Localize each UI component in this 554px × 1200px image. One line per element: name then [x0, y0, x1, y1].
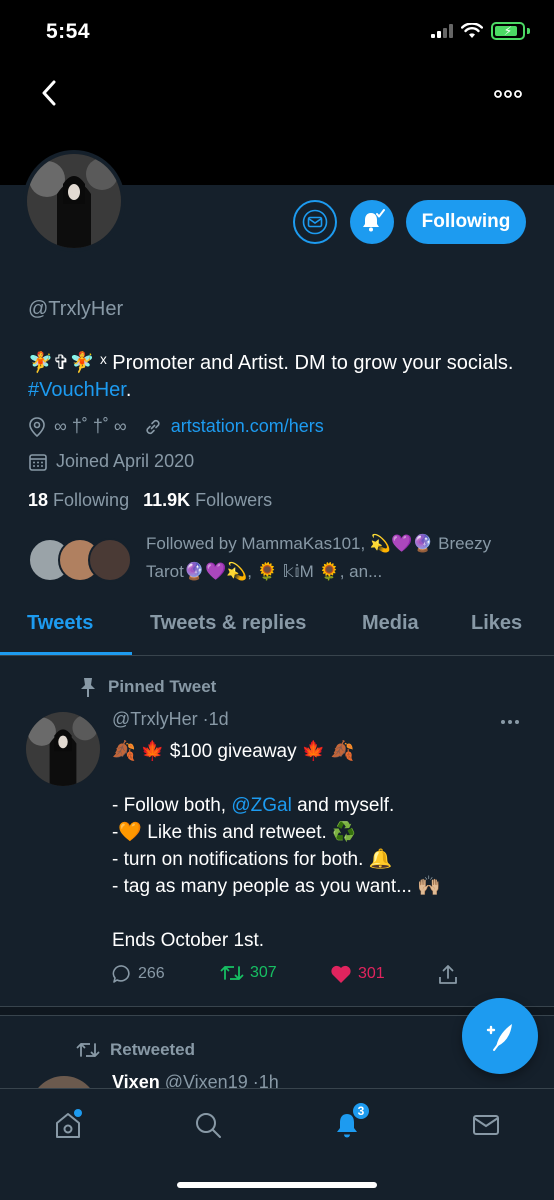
tweet-time: ·1d — [202, 709, 229, 729]
share-icon — [439, 965, 457, 984]
home-unread-dot — [74, 1109, 82, 1117]
notifications-toggle-button[interactable] — [350, 200, 394, 244]
tweet-mention-link[interactable]: @ZGal — [231, 795, 291, 816]
message-button[interactable] — [293, 200, 337, 244]
battery-icon: ⚡ — [491, 22, 525, 40]
tweet-line: - turn on notifications for both. 🔔 — [112, 849, 393, 870]
calendar-icon — [29, 453, 47, 471]
battery-nub — [527, 28, 530, 34]
retweeted-label: Retweeted — [76, 1040, 195, 1060]
nav-notifications[interactable]: 3 — [327, 1101, 371, 1143]
wifi-icon — [461, 23, 483, 38]
following-count: 18 — [28, 490, 49, 510]
following-button[interactable]: Following — [406, 200, 526, 244]
tweet-line: - Follow both, @ZGal and myself. — [112, 795, 395, 816]
bio-suffix: . — [125, 379, 132, 401]
active-tab-indicator — [0, 652, 132, 655]
profile-location: ∞ †˚ †˚ ∞ — [54, 416, 127, 436]
retweeted-text: Retweeted — [110, 1040, 196, 1059]
more-options-button[interactable] — [488, 80, 528, 108]
nav-home[interactable] — [48, 1107, 88, 1143]
search-icon — [196, 1113, 221, 1138]
tweet-line: -🧡 Like this and retweet. ♻️ — [112, 822, 356, 843]
tweet-author-avatar[interactable] — [26, 712, 100, 786]
followers-count: 11.9K — [143, 490, 191, 510]
bio-hashtag-link[interactable]: #VouchHer — [28, 379, 126, 401]
location-pin-icon — [29, 416, 45, 437]
follow-counts: 18 Following 11.9K Followers — [28, 490, 272, 511]
status-icons: ⚡ — [431, 22, 530, 40]
following-count-link[interactable]: 18 Following — [28, 490, 129, 511]
nav-search[interactable] — [188, 1107, 228, 1143]
profile-website-link[interactable]: artstation.com/hers — [171, 416, 324, 437]
tweet-body: 🍂 🍁 $100 giveaway 🍁 🍂 - Follow both, @ZGa… — [112, 738, 522, 954]
share-button[interactable] — [438, 964, 458, 986]
reply-button[interactable]: 266 — [112, 964, 165, 984]
profile-handle: @TrxlyHer — [28, 298, 124, 320]
more-horizontal-icon — [494, 90, 522, 98]
mail-icon — [473, 1115, 499, 1135]
follower-avatar — [88, 538, 132, 582]
tweet-author-handle[interactable]: @TrxlyHer — [112, 709, 198, 729]
profile-bio: 🧚✞🧚 ˣ Promoter and Artist. DM to grow yo… — [28, 350, 528, 404]
retweet-count: 307 — [250, 964, 277, 981]
chevron-left-icon — [42, 80, 56, 106]
tweet-line: - tag as many people as you want... 🙌🏼 — [112, 876, 441, 897]
link-icon — [146, 419, 160, 434]
notifications-badge: 3 — [351, 1101, 371, 1121]
profile-joined-date: Joined April 2020 — [56, 451, 195, 471]
followers-label: Followers — [195, 490, 273, 510]
bell-check-icon — [363, 209, 385, 232]
more-horizontal-icon — [501, 720, 519, 724]
compose-tweet-button[interactable] — [462, 998, 538, 1074]
back-button[interactable] — [32, 76, 66, 110]
nav-messages[interactable] — [466, 1107, 506, 1143]
signal-icon — [431, 24, 453, 38]
tab-media[interactable]: Media — [362, 612, 419, 635]
compose-feather-icon — [486, 1024, 512, 1051]
pinned-tweet-label: Pinned Tweet — [78, 676, 216, 698]
mail-icon — [302, 209, 328, 235]
followed-by-avatars[interactable] — [28, 538, 138, 584]
following-label: Following — [53, 490, 130, 510]
profile-location-row: ∞ †˚ †˚ ∞ artstation.com/hers — [28, 416, 324, 437]
tweet-line: Ends October 1st. — [112, 930, 265, 951]
heart-filled-icon — [331, 965, 351, 983]
avatar-image — [26, 712, 100, 786]
reply-count: 266 — [138, 965, 165, 982]
avatar-image — [27, 154, 121, 248]
tweet-header: @TrxlyHer ·1d — [112, 709, 229, 730]
retweet-icon — [76, 1043, 100, 1057]
tab-tweets-replies[interactable]: Tweets & replies — [150, 612, 306, 635]
pinned-text: Pinned Tweet — [108, 677, 217, 696]
followed-by-text[interactable]: Followed by MammaKas101, 💫💜🔮 Breezy Taro… — [146, 530, 526, 586]
retweet-button[interactable]: 307 — [220, 964, 277, 982]
tweet-more-button[interactable] — [496, 712, 524, 732]
profile-avatar[interactable] — [23, 150, 125, 252]
status-time: 5:54 — [46, 20, 91, 43]
profile-joined-row: Joined April 2020 — [28, 451, 194, 472]
tab-likes[interactable]: Likes — [471, 612, 522, 635]
followers-count-link[interactable]: 11.9K Followers — [143, 490, 272, 511]
home-indicator — [177, 1182, 377, 1188]
retweet-icon — [220, 966, 244, 980]
tweet-actions: 266 307 301 — [112, 964, 472, 994]
reply-icon — [112, 965, 130, 983]
tab-tweets[interactable]: Tweets — [27, 612, 93, 635]
pin-icon — [81, 678, 95, 697]
bio-text: 🧚✞🧚 ˣ Promoter and Artist. DM to grow yo… — [28, 352, 514, 374]
status-bar: 5:54 ⚡ — [0, 0, 554, 60]
retweeted-tweet-preview[interactable]: Vixen @Vixen19 ·1h — [0, 1070, 554, 1090]
like-button[interactable]: 301 — [330, 964, 385, 984]
like-count: 301 — [358, 965, 385, 982]
tweet-line: 🍂 🍁 $100 giveaway 🍁 🍂 — [112, 741, 355, 762]
profile-tabs: Tweets Tweets & replies Media Likes — [0, 600, 554, 656]
